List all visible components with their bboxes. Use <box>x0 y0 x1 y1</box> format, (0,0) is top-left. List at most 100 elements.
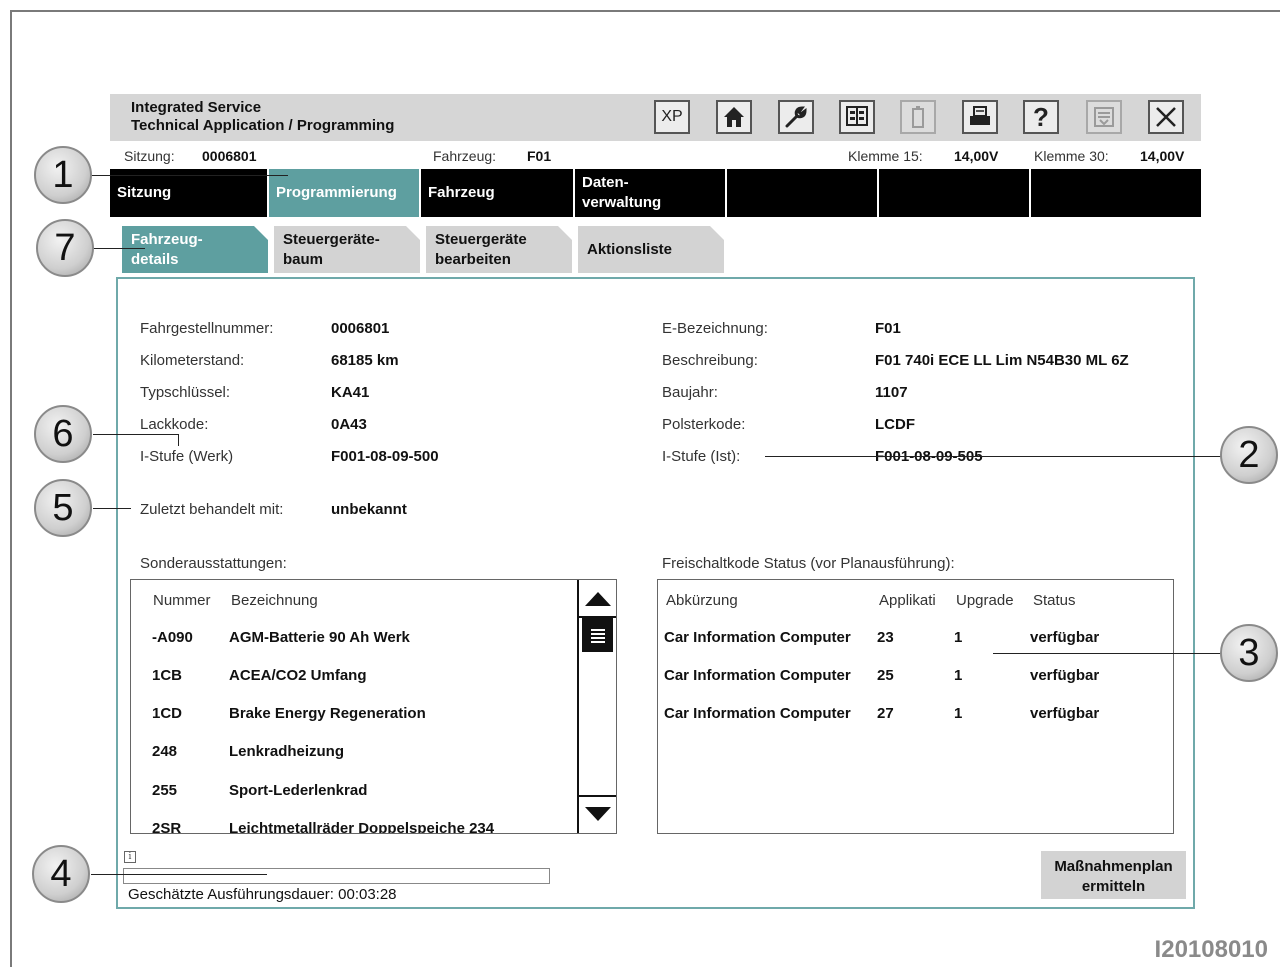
callout-leader <box>765 456 1221 457</box>
mileage-value: 68185 km <box>331 352 399 369</box>
action-button-line1: Maßnahmenplan <box>1054 858 1173 875</box>
callout-badge: 6 <box>34 405 92 463</box>
option-description[interactable]: ACEA/CO2 Umfang <box>229 667 367 684</box>
option-number[interactable]: 1CB <box>152 667 182 684</box>
options-scrollbar[interactable] <box>577 580 616 833</box>
mileage-label: Kilometerstand: <box>140 352 245 369</box>
unlock-col-status[interactable]: Status <box>1033 592 1076 609</box>
app-title-line2: Technical Application / Programming <box>131 117 395 134</box>
unlock-col-abbreviation[interactable]: Abkürzung <box>666 592 738 609</box>
print-icon <box>970 106 990 125</box>
home-icon <box>724 107 744 127</box>
option-number[interactable]: -A090 <box>152 629 193 646</box>
nav-divider <box>1029 169 1031 217</box>
option-description[interactable]: Sport-Lederlenkrad <box>229 782 367 799</box>
unlock-application[interactable]: 25 <box>877 667 894 684</box>
scroll-down-button[interactable] <box>579 795 616 831</box>
info-icon: i <box>124 851 136 863</box>
callout-badge: 4 <box>32 845 90 903</box>
ecu-button[interactable] <box>839 100 875 134</box>
unlock-application[interactable]: 23 <box>877 629 894 646</box>
help-button[interactable]: ? <box>1023 100 1059 134</box>
tab-fahrzeugdetails-line1: Fahrzeug- <box>131 231 203 248</box>
arrow-down-icon <box>584 807 611 821</box>
callout-badge: 2 <box>1220 426 1278 484</box>
options-section-title: Sonderausstattungen: <box>140 555 287 572</box>
unlock-code-section-title: Freischaltkode Status (vor Planausführun… <box>662 555 955 572</box>
grip-icon <box>590 629 605 643</box>
option-number[interactable]: 248 <box>152 743 177 760</box>
session-value: 0006801 <box>202 148 257 164</box>
unlock-abbreviation[interactable]: Car Information Computer <box>664 705 851 722</box>
tab-steuergeraete-bearbeiten-line2: bearbeiten <box>435 251 511 268</box>
frame-border-left <box>10 10 12 967</box>
i-level-actual-label: I-Stufe (Ist): <box>662 448 741 465</box>
nav-divider <box>877 169 879 217</box>
option-number[interactable]: 255 <box>152 782 177 799</box>
callout-leader <box>93 248 145 249</box>
unlock-status[interactable]: verfügbar <box>1030 705 1099 722</box>
option-description[interactable]: Leichtmetallräder Doppelspeiche 234 <box>229 820 494 833</box>
home-button[interactable] <box>716 100 752 134</box>
option-number[interactable]: 1CD <box>152 705 182 722</box>
tab-steuergeraetebaum[interactable]: Steuergeräte- baum <box>274 226 420 273</box>
unlock-application[interactable]: 27 <box>877 705 894 722</box>
close-button[interactable] <box>1148 100 1184 134</box>
scroll-up-button[interactable] <box>579 582 616 618</box>
print-button[interactable] <box>962 100 998 134</box>
unlock-status[interactable]: verfügbar <box>1030 667 1099 684</box>
arrow-up-icon <box>584 592 611 606</box>
estimated-duration: Geschätzte Ausführungsdauer: 00:03:28 <box>128 886 397 903</box>
xp-button[interactable]: XP <box>654 100 690 134</box>
nav-datenverwaltung-label-1: Daten- <box>582 174 629 191</box>
unlock-abbreviation[interactable]: Car Information Computer <box>664 667 851 684</box>
nav-programmierung-label: Programmierung <box>276 184 397 201</box>
build-date-value: 1107 <box>875 384 908 401</box>
callout-leader <box>178 434 179 446</box>
nav-fahrzeug[interactable]: Fahrzeug <box>421 169 573 217</box>
option-description[interactable]: AGM-Batterie 90 Ah Werk <box>229 629 410 646</box>
unlock-abbreviation[interactable]: Car Information Computer <box>664 629 851 646</box>
upholstery-code-value: LCDF <box>875 416 915 433</box>
paint-code-value: 0A43 <box>331 416 367 433</box>
help-icon: ? <box>1033 101 1049 132</box>
nav-programmierung[interactable]: Programmierung <box>269 169 419 217</box>
nav-datenverwaltung[interactable]: Daten- verwaltung <box>575 169 725 217</box>
image-code: I20108010 <box>1154 936 1268 963</box>
list-icon <box>1094 107 1114 127</box>
scroll-thumb[interactable] <box>582 618 613 652</box>
unlock-status[interactable]: verfügbar <box>1030 629 1099 646</box>
tools-button[interactable] <box>778 100 814 134</box>
tab-steuergeraete-bearbeiten[interactable]: Steuergeräte bearbeiten <box>426 226 572 273</box>
battery-button[interactable] <box>900 100 936 134</box>
xp-icon: XP <box>661 108 683 125</box>
last-treated-value: unbekannt <box>331 501 407 518</box>
callout-badge: 1 <box>34 146 92 204</box>
description-label: Beschreibung: <box>662 352 758 369</box>
option-description[interactable]: Lenkradheizung <box>229 743 344 760</box>
option-description[interactable]: Brake Energy Regeneration <box>229 705 426 722</box>
vehicle-label: Fahrzeug: <box>433 148 497 164</box>
unlock-col-upgrade[interactable]: Upgrade <box>956 592 1014 609</box>
unlock-col-application[interactable]: Applikati <box>879 592 936 609</box>
nav-sitzung[interactable]: Sitzung <box>110 169 267 217</box>
e-designation-value: F01 <box>875 320 901 337</box>
options-list-body: -A090 AGM-Batterie 90 Ah Werk 1CB ACEA/C… <box>131 580 577 833</box>
i-level-factory-value: F001-08-09-500 <box>331 448 439 465</box>
tab-aktionsliste[interactable]: Aktionsliste <box>578 226 724 273</box>
unlock-upgrade[interactable]: 1 <box>954 705 962 722</box>
unlock-upgrade[interactable]: 1 <box>954 629 962 646</box>
upholstery-code-label: Polsterkode: <box>662 416 746 433</box>
app-header: Integrated Service Technical Application… <box>110 94 1201 141</box>
description-value: F01 740i ECE LL Lim N54B30 ML 6Z <box>875 352 1129 369</box>
session-label: Sitzung: <box>124 148 175 164</box>
callout-leader <box>91 175 288 176</box>
unlock-upgrade[interactable]: 1 <box>954 667 962 684</box>
type-key-value: KA41 <box>331 384 370 401</box>
tab-fahrzeugdetails[interactable]: Fahrzeug- details <box>122 226 268 273</box>
option-number[interactable]: 2SR <box>152 820 181 833</box>
close-icon <box>1156 107 1176 127</box>
list-button[interactable] <box>1086 100 1122 134</box>
nav-divider <box>725 169 727 217</box>
determine-action-plan-button[interactable]: Maßnahmenplan ermitteln <box>1041 851 1186 899</box>
